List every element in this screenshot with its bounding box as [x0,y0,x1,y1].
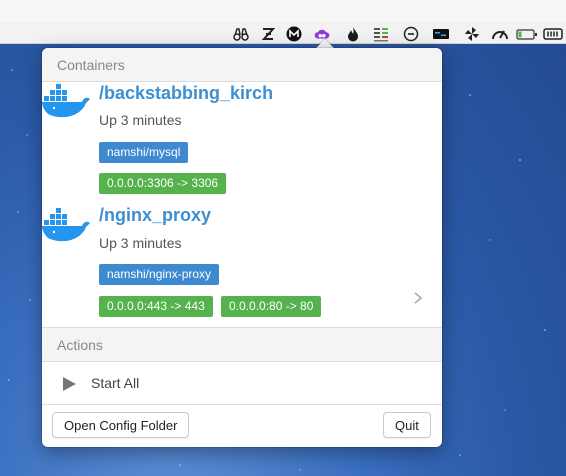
quit-button[interactable]: Quit [383,412,431,438]
binoculars-icon[interactable] [233,26,249,42]
port-badge: 0.0.0.0:443 -> 443 [99,296,213,317]
chevron-right-icon[interactable] [412,291,424,305]
pinwheel-icon[interactable] [464,26,480,42]
container-name[interactable]: /backstabbing_kirch [99,83,273,104]
container-status: Up 3 minutes [99,112,182,128]
menu-bar [0,0,566,44]
port-badge: 0.0.0.0:3306 -> 3306 [99,173,227,194]
docker-whale-icon [42,208,90,242]
flame-icon[interactable] [345,26,361,42]
divider [42,81,442,82]
z-icon[interactable] [260,26,276,42]
play-icon [63,377,76,391]
container-name[interactable]: /nginx_proxy [99,205,211,226]
battery-icon[interactable] [516,26,538,42]
stats-icon[interactable] [373,26,389,42]
port-badge: 0.0.0.0:80 -> 80 [221,296,322,317]
image-badge: namshi/nginx-proxy [99,264,220,285]
window-chrome [0,0,566,22]
actions-header: Actions [42,328,442,361]
docker-whale-icon [42,84,90,118]
start-all-item[interactable]: Start All [42,362,442,404]
image-badge: namshi/mysql [99,142,189,163]
terminal-icon[interactable] [432,26,450,42]
docker-menu-popover: Containers /backstabbing_kirch Up 3 minu… [42,48,442,447]
start-all-label: Start All [91,375,140,391]
gauge-icon[interactable] [491,26,509,42]
creative-cloud-icon[interactable] [314,26,330,42]
divider [42,404,442,405]
keyboard-icon[interactable] [543,26,563,42]
open-config-folder-button[interactable]: Open Config Folder [52,412,190,438]
minus-circle-icon[interactable] [403,26,419,42]
m-icon[interactable] [286,26,302,42]
containers-header: Containers [42,48,442,81]
container-status: Up 3 minutes [99,235,182,251]
